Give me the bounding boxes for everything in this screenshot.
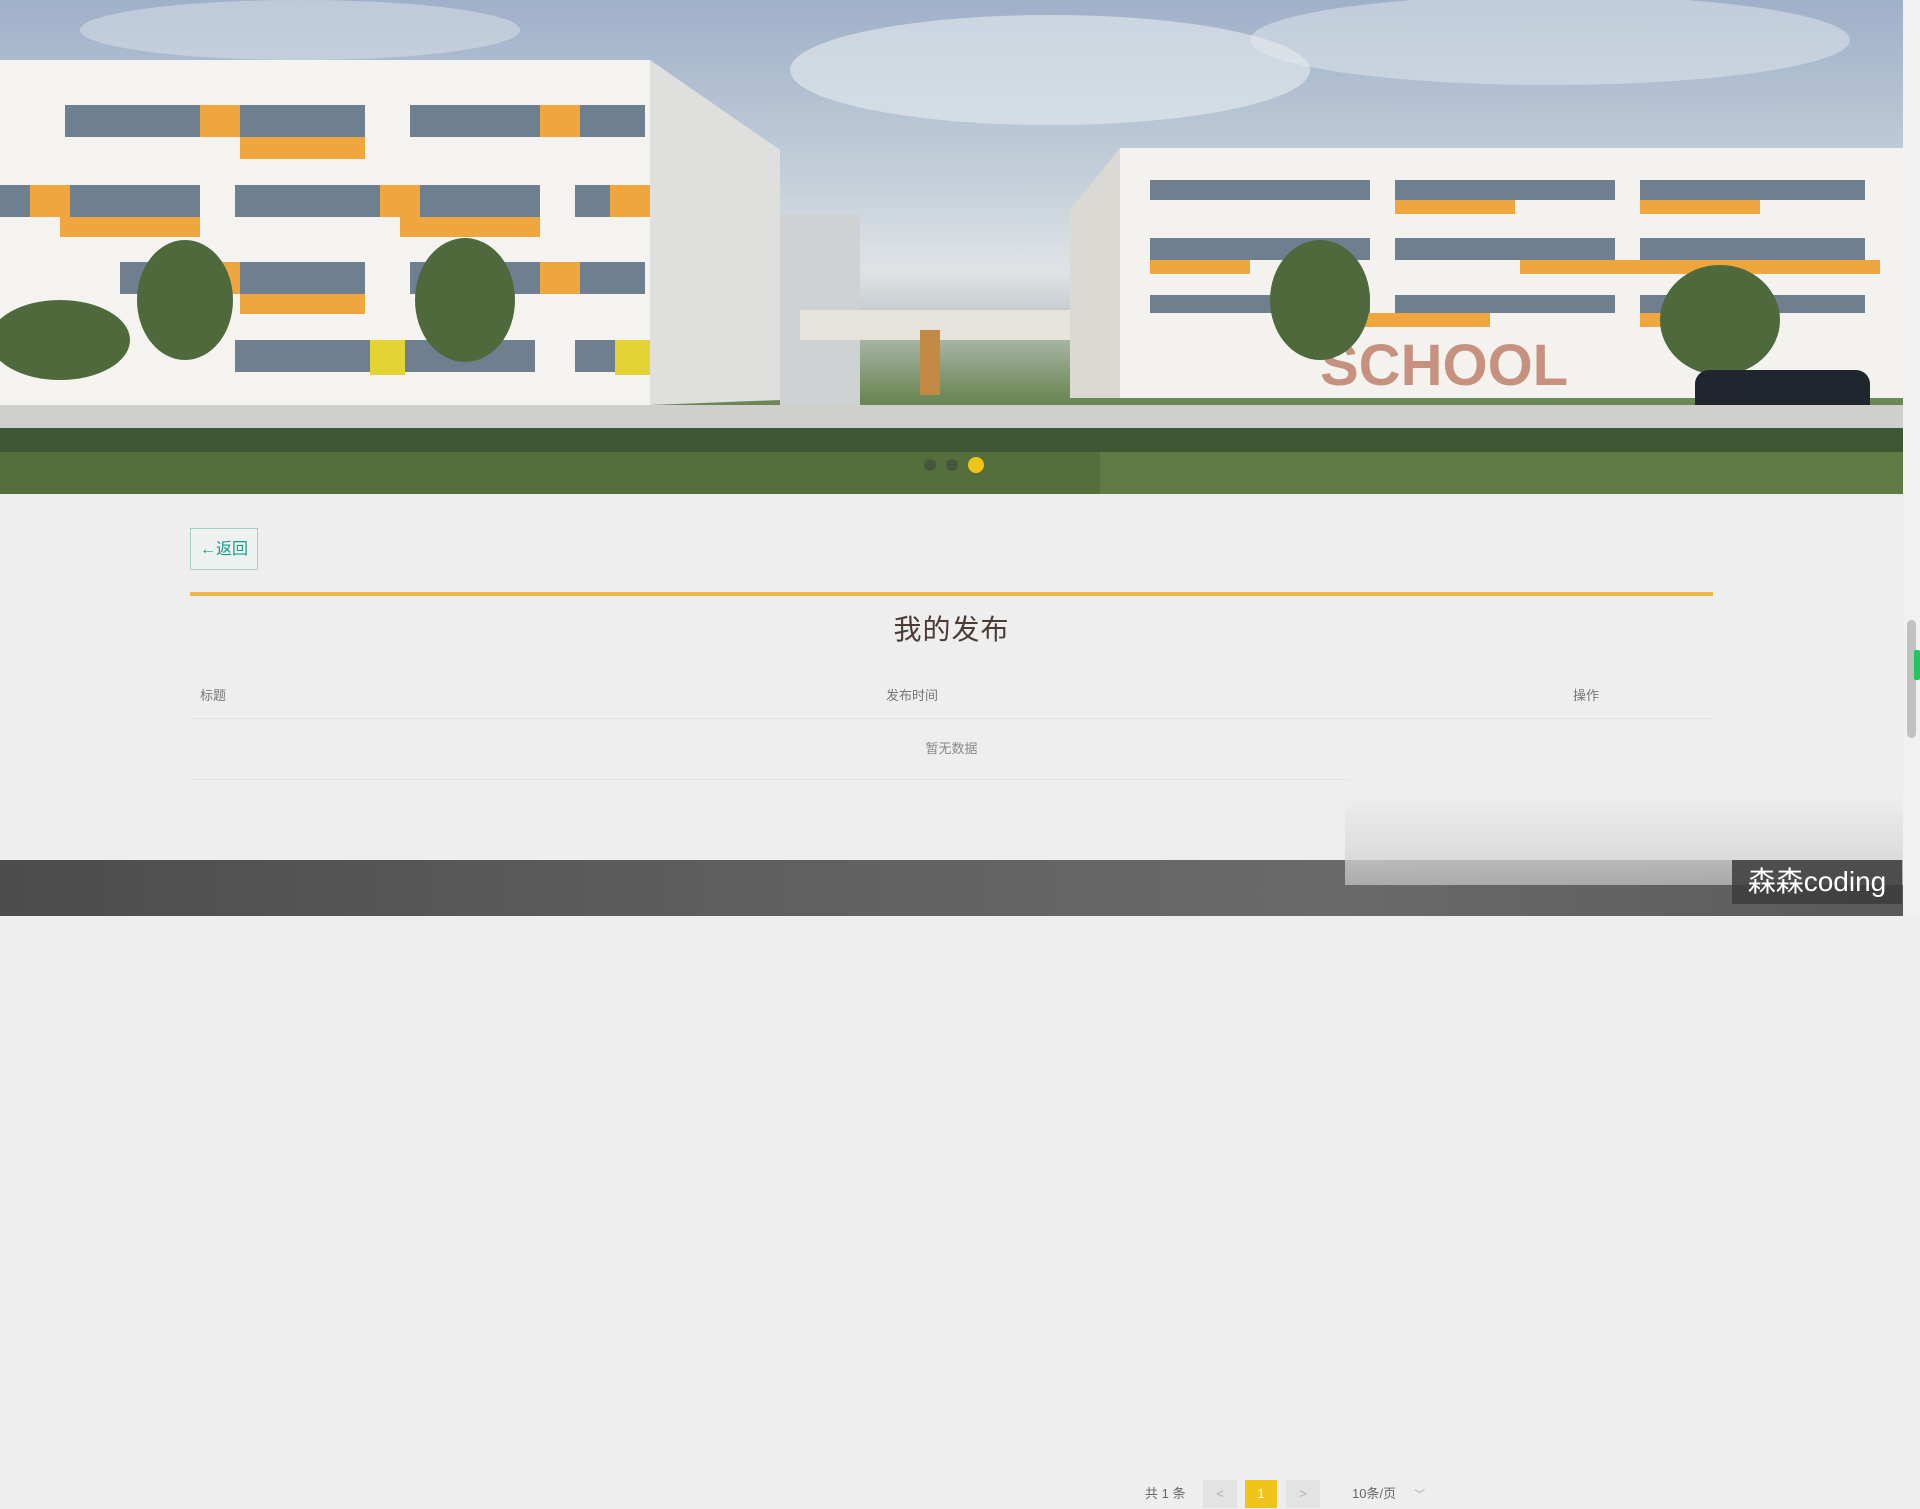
page-number-current[interactable]: 1 xyxy=(1245,1480,1277,1508)
column-header-title: 标题 xyxy=(200,688,227,703)
column-header-action: 操作 xyxy=(1573,688,1600,703)
column-header-publish-time: 发布时间 xyxy=(886,688,939,703)
watermark-label: 森森coding xyxy=(1732,860,1902,904)
school-sign: SCHOOL xyxy=(1320,333,1568,398)
scroll-indicator xyxy=(1914,650,1920,680)
page-size-value: 10条/页 xyxy=(1352,1486,1397,1501)
school-building-image: SCHOOL xyxy=(0,0,1903,494)
table-header: 标题 发布时间 操作 xyxy=(190,676,1713,719)
page-title: 我的发布 xyxy=(893,614,1010,645)
chevron-down-icon: ﹀ xyxy=(1414,1489,1426,1501)
carousel-dot-1[interactable] xyxy=(924,459,936,471)
back-button[interactable]: ←返回 xyxy=(190,528,258,570)
page-size-select[interactable]: 10条/页 ﹀ xyxy=(1352,1480,1425,1509)
page-scrollbar[interactable] xyxy=(1903,0,1920,916)
carousel-dot-2[interactable] xyxy=(946,459,958,471)
hero-banner: SCHOOL xyxy=(0,0,1903,494)
prev-page-button[interactable]: < xyxy=(1203,1480,1237,1508)
next-page-button[interactable]: > xyxy=(1286,1480,1320,1508)
pagination-total: 共 1 条 xyxy=(1145,1486,1186,1501)
title-divider xyxy=(190,592,1713,596)
carousel-dot-active[interactable] xyxy=(968,457,984,473)
